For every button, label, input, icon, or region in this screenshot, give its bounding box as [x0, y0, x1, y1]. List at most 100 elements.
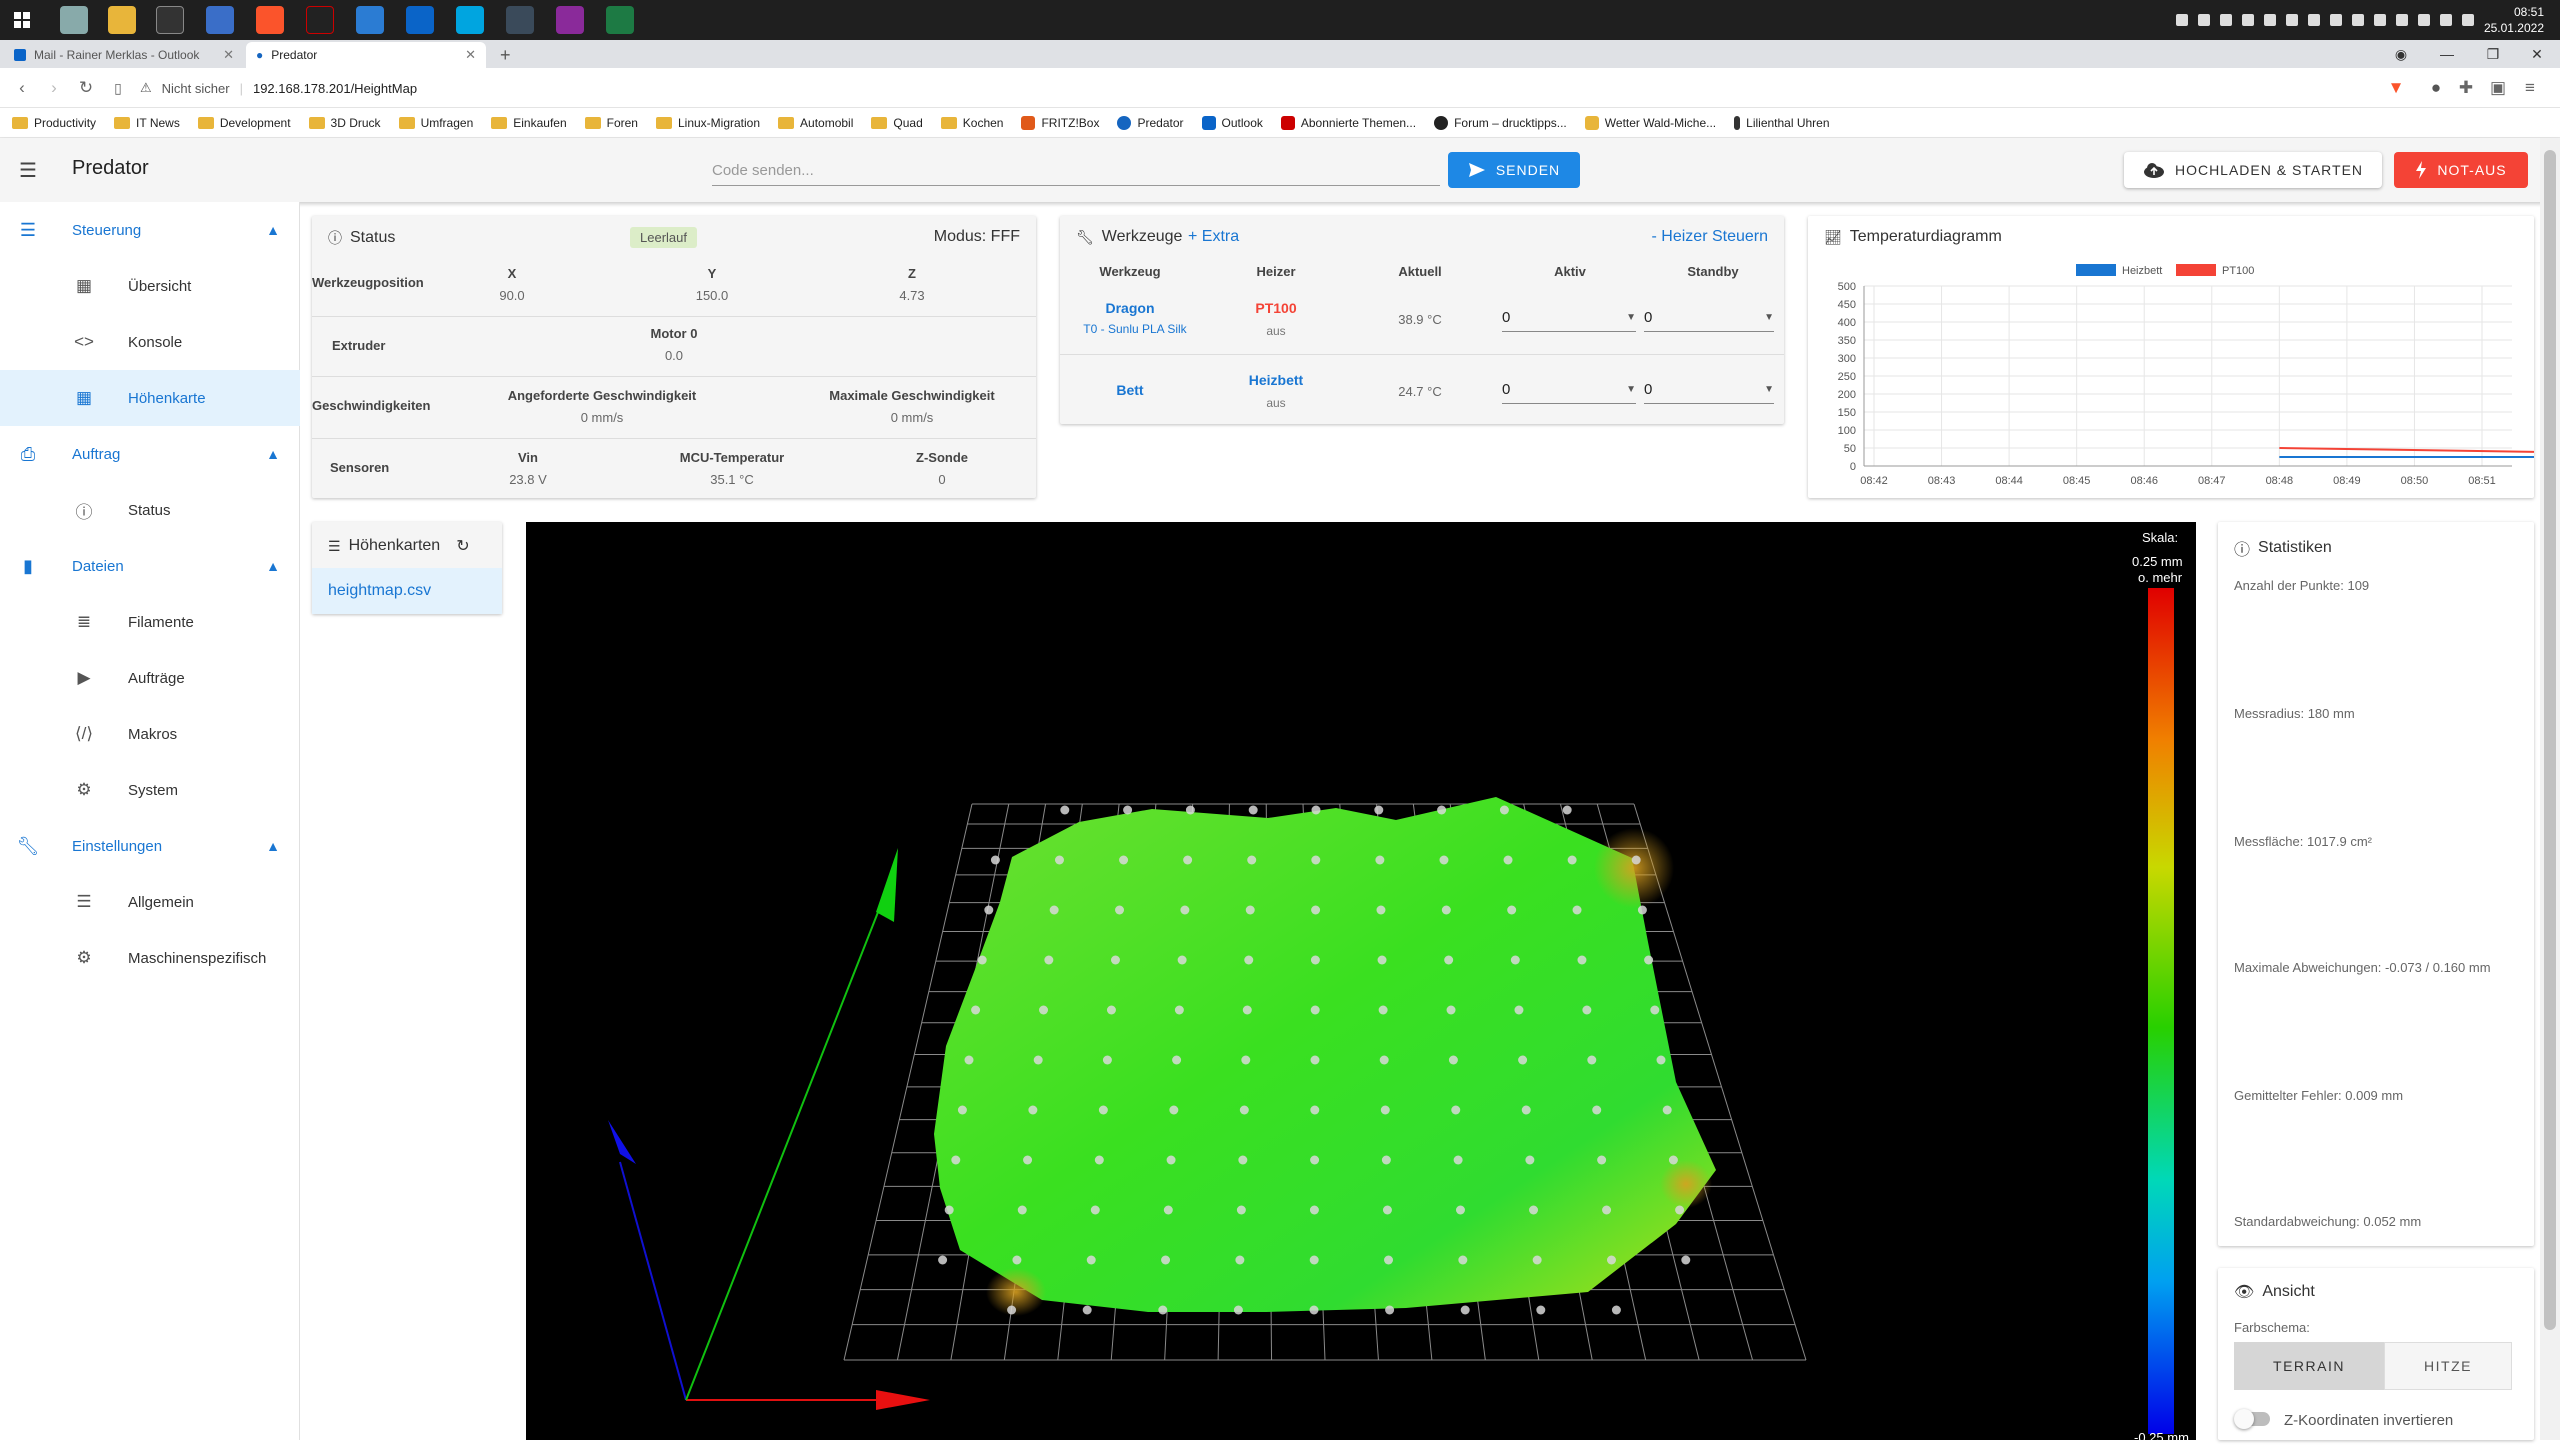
sidebar-item-status[interactable]: ⓘ Status [0, 482, 300, 538]
bookmark-folder[interactable]: 3D Druck [308, 116, 381, 130]
bookmark-link[interactable]: Outlook [1201, 115, 1263, 130]
bookmark-link[interactable]: Abonnierte Themen... [1280, 115, 1416, 130]
sidebar-item-konsole[interactable]: <> Konsole [0, 314, 300, 370]
tool-bed-link[interactable]: Bett [1080, 382, 1180, 398]
bookmark-folder[interactable]: Umfragen [398, 116, 473, 130]
tray-icon[interactable] [2395, 14, 2408, 26]
bookmark-folder[interactable]: Development [197, 116, 291, 130]
bookmark-folder[interactable]: Kochen [940, 116, 1003, 130]
sidebar-item-allgemein[interactable]: ☰ Allgemein [0, 874, 300, 930]
tray-icon[interactable] [2197, 14, 2210, 26]
standby-temp-select[interactable]: 0 ▼ [1644, 304, 1774, 332]
reload-icon[interactable]: ↻ [74, 76, 98, 100]
tab-search-icon[interactable]: ◉ [2378, 40, 2424, 68]
close-tab-icon[interactable]: ✕ [465, 47, 476, 63]
tray-icon[interactable] [2351, 14, 2364, 26]
maximize-icon[interactable]: ❐ [2470, 40, 2516, 68]
active-temp-select[interactable]: 0 ▼ [1502, 376, 1636, 404]
app-icon[interactable] [556, 6, 584, 34]
settings-app-icon[interactable] [60, 6, 88, 34]
bookmark-folder[interactable]: Einkaufen [491, 116, 567, 130]
tray-icon[interactable] [2175, 14, 2188, 26]
close-tab-icon[interactable]: ✕ [223, 47, 234, 63]
new-tab-button[interactable]: + [490, 42, 518, 68]
tray-icon[interactable] [2461, 14, 2474, 26]
invert-z-toggle[interactable] [2234, 1409, 2270, 1429]
tray-icon[interactable] [2439, 14, 2452, 26]
heater-pt100[interactable]: PT100 [1226, 300, 1326, 316]
extra-button[interactable]: + Extra [1188, 228, 1239, 246]
heater-control-button[interactable]: - Heizer Steuern [1652, 228, 1769, 246]
tray-icon[interactable] [2263, 14, 2276, 26]
sidebar-item-makros[interactable]: ⟨/⟩ Makros [0, 706, 300, 762]
refresh-icon[interactable]: ↻ [456, 536, 469, 556]
bookmark-folder[interactable]: Quad [871, 116, 923, 130]
back-icon[interactable]: ‹ [10, 76, 34, 100]
heater-bed[interactable]: Heizbett [1226, 372, 1326, 388]
sidebar-item-auftraege[interactable]: ▶ Aufträge [0, 650, 300, 706]
app-icon[interactable] [456, 6, 484, 34]
sidebar-item-system[interactable]: ⚙ System [0, 762, 300, 818]
bookmark-link[interactable]: Lilienthal Uhren [1734, 115, 1830, 130]
heightmap-viewer[interactable]: Skala: 0.25 mm o. mehr -0.25 mm [526, 522, 2196, 1445]
heat-button[interactable]: HITZE [2384, 1342, 2512, 1390]
forward-icon[interactable]: › [42, 76, 66, 100]
bookmark-icon[interactable]: ▯ [106, 76, 130, 100]
app-icon[interactable] [306, 6, 334, 34]
sidebar-section-einstellungen[interactable]: 🔧︎ Einstellungen ▲ [0, 820, 300, 872]
tray-icon[interactable] [2373, 14, 2386, 26]
outlook-app-icon[interactable] [406, 6, 434, 34]
brave-shield-icon[interactable]: ▼ [2384, 76, 2408, 100]
send-button[interactable]: SENDEN [1448, 152, 1580, 188]
bookmark-link[interactable]: Forum – drucktipps... [1434, 115, 1567, 130]
save-app-icon[interactable] [206, 6, 234, 34]
sidebar-item-uebersicht[interactable]: ▦ Übersicht [0, 258, 300, 314]
code-input[interactable] [712, 156, 1440, 186]
terminal-app-icon[interactable] [156, 6, 184, 34]
bookmark-folder[interactable]: IT News [114, 116, 180, 130]
sidebar-section-auftrag[interactable]: ⎙ Auftrag ▲ [0, 428, 300, 480]
windows-start-icon[interactable] [8, 6, 36, 34]
minimize-icon[interactable]: — [2424, 40, 2470, 68]
heightmap-file-item[interactable]: heightmap.csv [312, 568, 502, 614]
browser-tab-outlook[interactable]: Mail - Rainer Merklas - Outlook ✕ [4, 42, 244, 68]
sidebar-section-dateien[interactable]: ▮ Dateien ▲ [0, 540, 300, 592]
bookmark-link[interactable]: FRITZ!Box [1021, 115, 1099, 130]
tool-dragon-link[interactable]: Dragon [1080, 300, 1180, 316]
clock[interactable]: 08:51 25.01.2022 [2484, 4, 2544, 36]
extensions-puzzle-icon[interactable]: ✚ [2454, 76, 2478, 100]
active-temp-select[interactable]: 0 ▼ [1502, 304, 1636, 332]
tray-icon[interactable] [2219, 14, 2232, 26]
brave-browser-icon[interactable] [256, 6, 284, 34]
sidebar-section-steuerung[interactable]: ☰ Steuerung ▲ [0, 204, 300, 256]
wallet-icon[interactable]: ▣ [2486, 76, 2510, 100]
tray-icon[interactable] [2307, 14, 2320, 26]
sidebar-item-filamente[interactable]: ≣ Filamente [0, 594, 300, 650]
browser-tab-predator[interactable]: ● Predator ✕ [246, 42, 486, 68]
bookmark-folder[interactable]: Linux-Migration [655, 116, 760, 130]
explorer-app-icon[interactable] [108, 6, 136, 34]
bookmark-folder[interactable]: Automobil [778, 116, 853, 130]
app-icon[interactable] [356, 6, 384, 34]
tray-icon[interactable] [2329, 14, 2342, 26]
tray-icon[interactable] [2417, 14, 2430, 26]
emergency-stop-button[interactable]: NOT-AUS [2394, 152, 2528, 188]
scrollbar-thumb[interactable] [2544, 150, 2556, 1330]
bookmark-folder[interactable]: Foren [584, 116, 638, 130]
upload-and-start-button[interactable]: HOCHLADEN & STARTEN [2124, 152, 2382, 188]
excel-app-icon[interactable] [606, 6, 634, 34]
heightmap-3d-plot[interactable] [526, 522, 2196, 1440]
sidebar-item-hoehenkarte[interactable]: ▦ Höhenkarte [0, 370, 300, 426]
hamburger-menu-icon[interactable]: ☰ [16, 158, 40, 182]
bookmark-link[interactable]: Predator [1117, 115, 1184, 130]
bookmark-folder[interactable]: Productivity [12, 116, 96, 130]
browser-menu-icon[interactable]: ≡ [2518, 76, 2542, 100]
bookmark-link[interactable]: Wetter Wald-Miche... [1584, 115, 1716, 130]
app-icon[interactable] [506, 6, 534, 34]
sidebar-item-maschinenspezifisch[interactable]: ⚙ Maschinenspezifisch [0, 930, 300, 986]
close-window-icon[interactable]: ✕ [2514, 40, 2560, 68]
tray-icon[interactable] [2285, 14, 2298, 26]
standby-temp-select[interactable]: 0 ▼ [1644, 376, 1774, 404]
tool-filament[interactable]: T0 - Sunlu PLA Silk [1060, 322, 1210, 336]
url-bar[interactable]: ⚠ Nicht sicher | 192.168.178.201/HeightM… [140, 74, 2360, 102]
